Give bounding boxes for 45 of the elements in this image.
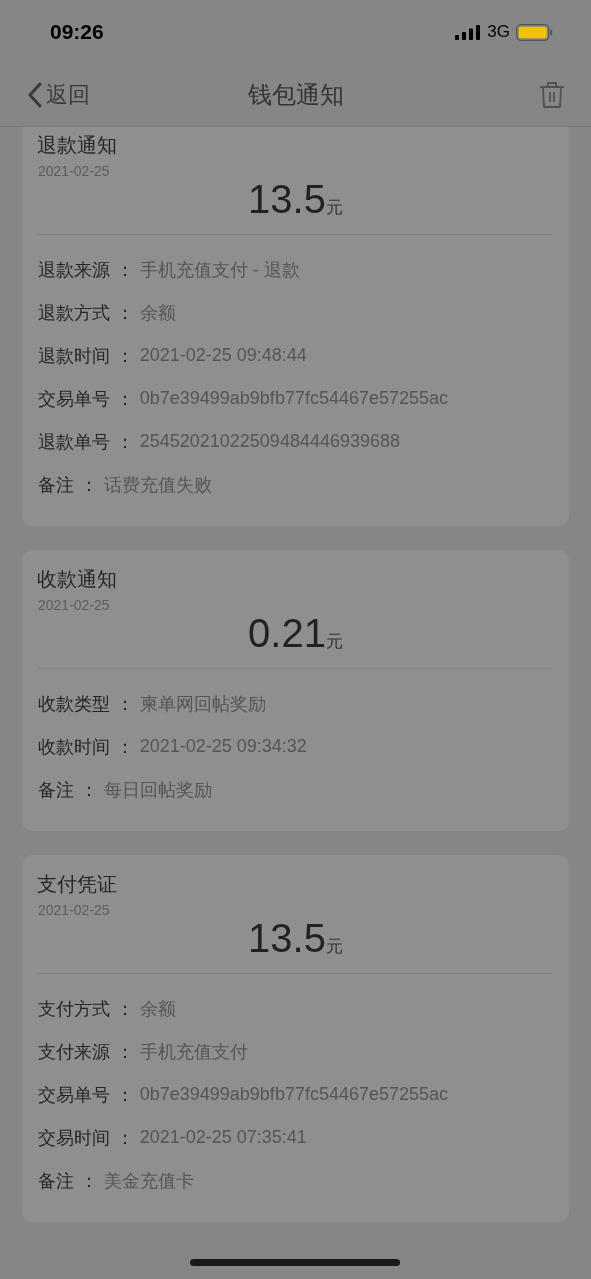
- field-label: 退款单号 ：: [38, 429, 134, 454]
- notice-title: 支付凭证: [37, 871, 118, 898]
- amount-value: 13.5: [248, 916, 326, 961]
- currency-unit: 元: [325, 196, 343, 219]
- field-label: 收款类型 ：: [38, 691, 134, 716]
- field-label: 备注 ：: [38, 777, 98, 802]
- field-label: 备注 ：: [38, 1168, 98, 1193]
- field-value: 2021-02-25 09:48:44: [139, 345, 307, 366]
- currency-unit: 元: [325, 935, 343, 958]
- field-value: 美金充值卡: [103, 1169, 194, 1193]
- field-value: 余额: [139, 301, 176, 325]
- back-button[interactable]: 返回: [26, 80, 90, 110]
- page-title: 钱包通知: [247, 80, 344, 111]
- field-value: 2021-02-25 07:35:41: [139, 1127, 307, 1148]
- notice-title: 退款通知: [37, 132, 118, 159]
- battery-icon: [516, 23, 553, 41]
- amount-value: 13.5: [248, 177, 326, 222]
- chevron-left-icon: [26, 82, 44, 108]
- clock-time: 09:26: [50, 20, 104, 44]
- field-label: 支付方式 ：: [38, 996, 134, 1021]
- field-value: 余额: [139, 997, 176, 1021]
- notice-title: 收款通知: [37, 566, 118, 593]
- field-value: 手机充值支付: [139, 1040, 248, 1064]
- field-label: 退款时间 ：: [38, 343, 134, 368]
- currency-unit: 元: [325, 630, 343, 653]
- field-value: 柬单网回帖奖励: [139, 692, 266, 716]
- network-type: 3G: [487, 22, 510, 42]
- signal-icon: [455, 24, 482, 40]
- field-label: 退款方式 ：: [38, 300, 134, 325]
- field-value: 手机充值支付 - 退款: [139, 258, 300, 282]
- field-label: 支付来源 ：: [38, 1039, 134, 1064]
- field-label: 交易单号 ：: [38, 1082, 134, 1107]
- field-label: 交易时间 ：: [38, 1125, 134, 1150]
- trash-icon[interactable]: [539, 81, 565, 109]
- field-label: 退款来源 ：: [38, 257, 134, 282]
- field-value: 0b7e39499ab9bfb77fc54467e57255ac: [139, 1084, 449, 1105]
- field-label: 收款时间 ：: [38, 734, 134, 759]
- field-value: 25452021022509484446939688: [139, 431, 400, 452]
- field-value: 话费充值失败: [103, 473, 212, 497]
- field-label: 备注 ：: [38, 472, 98, 497]
- field-label: 交易单号 ：: [38, 386, 134, 411]
- field-value: 0b7e39499ab9bfb77fc54467e57255ac: [139, 388, 449, 409]
- field-value: 每日回帖奖励: [103, 778, 212, 802]
- amount-value: 0.21: [248, 611, 326, 656]
- field-value: 2021-02-25 09:34:32: [139, 736, 307, 757]
